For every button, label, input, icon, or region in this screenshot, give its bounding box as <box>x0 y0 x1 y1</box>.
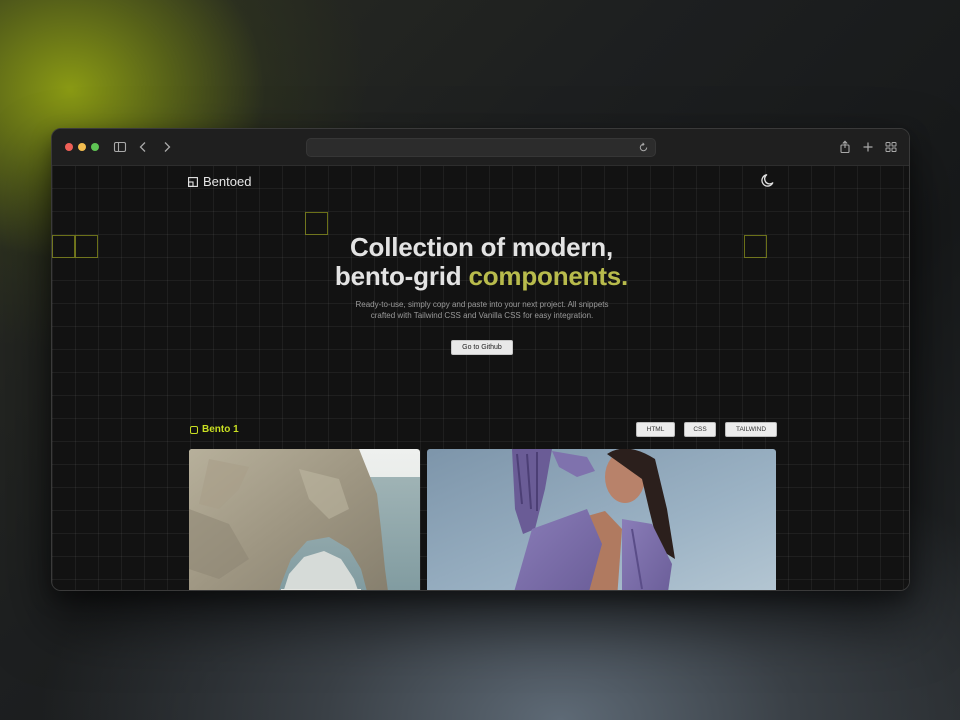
square-icon <box>190 425 198 434</box>
hero-heading-line1: Collection of modern, <box>349 232 614 262</box>
hero-subtitle-line2: crafted with Tailwind CSS and Vanilla CS… <box>370 311 594 320</box>
sidebar-icon[interactable] <box>113 140 127 154</box>
cliff-arch-image <box>189 449 420 590</box>
fashion-portrait-image <box>427 449 776 590</box>
hero-heading-plain: bento-grid <box>334 261 469 291</box>
share-icon[interactable] <box>838 140 852 154</box>
reload-icon[interactable] <box>638 142 649 153</box>
tab-html[interactable]: HTML <box>636 422 675 437</box>
section-title: Bento 1 <box>190 424 239 435</box>
hero-heading-accent: components. <box>468 261 629 291</box>
back-icon[interactable] <box>136 140 150 154</box>
new-tab-icon[interactable] <box>861 140 875 154</box>
tab-tailwind[interactable]: TAILWIND <box>725 422 777 437</box>
go-to-github-button[interactable]: Go to Github <box>451 340 513 355</box>
logo-text: Bentoed <box>203 174 252 189</box>
bento-logo-icon <box>188 176 198 187</box>
address-bar[interactable] <box>306 138 656 157</box>
tab-overview-icon[interactable] <box>884 140 898 154</box>
hero-heading: Collection of modern, bento-grid compone… <box>52 233 909 291</box>
hero-heading-line2: bento-grid components. <box>52 262 909 291</box>
browser-toolbar <box>52 129 909 166</box>
section-title-text: Bento 1 <box>202 424 239 435</box>
browser-window: Bentoed Collection of modern, bento-grid… <box>51 128 910 591</box>
minimize-window-button[interactable] <box>78 143 86 151</box>
site-logo[interactable]: Bentoed <box>188 174 251 189</box>
forward-icon[interactable] <box>160 140 174 154</box>
close-window-button[interactable] <box>65 143 73 151</box>
moon-icon[interactable] <box>760 172 777 189</box>
maximize-window-button[interactable] <box>91 143 99 151</box>
hero-subtitle-line1: Ready-to-use, simply copy and paste into… <box>355 300 609 309</box>
web-page: Bentoed Collection of modern, bento-grid… <box>52 166 909 590</box>
tab-css[interactable]: CSS <box>684 422 716 437</box>
hero-subtitle: Ready-to-use, simply copy and paste into… <box>332 299 632 321</box>
grid-highlight-cell <box>305 212 328 235</box>
